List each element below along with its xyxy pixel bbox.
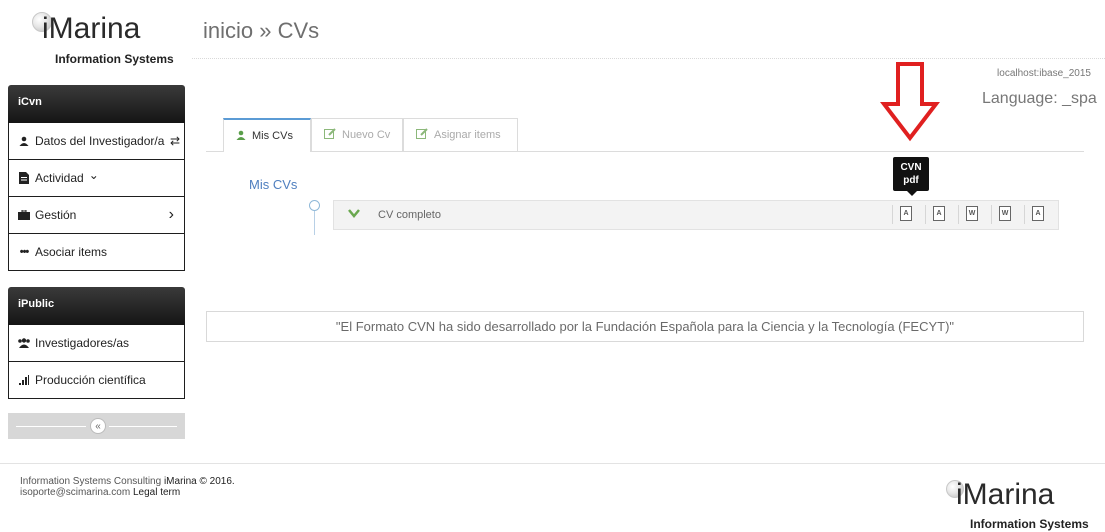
- sidebar-item-label: Asociar items: [35, 245, 108, 259]
- word-glyph: W: [966, 206, 978, 221]
- tab-label: Asignar items: [434, 129, 501, 141]
- chevron-right-icon: ›: [168, 206, 174, 223]
- fecyt-notice: "El Formato CVN ha sido desarrollado por…: [206, 311, 1084, 342]
- collapse-line-left: [16, 426, 86, 427]
- footer-brand-tagline: Information Systems: [970, 517, 1089, 531]
- pdf-glyph: A: [900, 206, 912, 221]
- chevron-down-icon[interactable]: [348, 206, 360, 221]
- footer-brand-name: iMarina: [956, 478, 1055, 511]
- brand-tagline: Information Systems: [55, 52, 174, 66]
- brand-name: iMarina: [42, 12, 141, 45]
- tab-mis-cvs[interactable]: Mis CVs: [223, 118, 311, 152]
- tooltip-arrow: [907, 191, 917, 196]
- tab-label: Nuevo Cv: [342, 129, 391, 141]
- language-selector[interactable]: Language: _spa: [982, 90, 1097, 108]
- footer: Information Systems Consulting iMarina ©…: [20, 476, 235, 498]
- user-icon: [236, 130, 246, 143]
- section-title: Mis CVs: [249, 177, 298, 192]
- sidebar-collapse-bar[interactable]: «: [8, 413, 185, 439]
- sidebar-ipublic: iPublic Investigadores/as Producción cie…: [8, 287, 185, 399]
- sidebar-header-icvn: iCvn: [8, 85, 185, 123]
- timeline-line: [314, 211, 315, 235]
- sidebar-header-ipublic: iPublic: [8, 287, 185, 325]
- footer-line-1: Information Systems Consulting iMarina ©…: [20, 476, 235, 487]
- footer-email[interactable]: isoporte@scimarina.com: [20, 487, 133, 498]
- pdf-icon[interactable]: A: [925, 205, 945, 224]
- tab-label: Mis CVs: [252, 130, 293, 142]
- sidebar-item-produccion-cientifica[interactable]: Producción científica: [8, 362, 185, 399]
- edit-icon: [324, 128, 336, 142]
- pdf-glyph: A: [1032, 206, 1044, 221]
- document-icon: [17, 172, 31, 184]
- sidebar-item-label: Investigadores/as: [35, 336, 130, 350]
- tab-asignar-items[interactable]: Asignar items: [403, 118, 518, 151]
- swap-icon: ⇄: [169, 134, 180, 148]
- timeline-node-icon: [309, 200, 320, 211]
- legal-term-link[interactable]: Legal term: [133, 487, 180, 498]
- footer-divider: [0, 463, 1105, 464]
- collapse-icon[interactable]: «: [90, 418, 106, 434]
- sidebar-item-actividad[interactable]: Actividad ⌄: [8, 160, 185, 197]
- page-title: inicio » CVs: [203, 18, 320, 43]
- sidebar-item-asociar-items[interactable]: ••• Asociar items: [8, 234, 185, 271]
- cv-row[interactable]: CV completo A A W W A: [333, 200, 1059, 230]
- sidebar-icvn: iCvn Datos del Investigador/a ⇄ Activida…: [8, 85, 185, 271]
- sidebar-item-label: Gestión: [35, 208, 77, 222]
- sidebar-item-investigadores[interactable]: Investigadores/as: [8, 325, 185, 362]
- tab-nuevo-cv[interactable]: Nuevo Cv: [311, 118, 403, 151]
- sidebar-item-label: Actividad: [35, 171, 84, 185]
- footer-logo: iMarina Information Systems: [944, 478, 1094, 532]
- briefcase-icon: [17, 210, 31, 220]
- tooltip: CVN pdf: [893, 157, 929, 191]
- sidebar-item-label: Producción científica: [35, 373, 146, 387]
- sidebar-item-gestion[interactable]: Gestión ›: [8, 197, 185, 234]
- tooltip-line-2: pdf: [903, 175, 919, 186]
- edit-icon: [416, 128, 428, 142]
- bar-chart-icon: [17, 375, 31, 385]
- word-icon[interactable]: W: [958, 205, 978, 224]
- footer-company: Information Systems Consulting: [20, 476, 164, 487]
- notice-text: "El Formato CVN ha sido desarrollado por…: [335, 319, 955, 334]
- pdf-icon[interactable]: A: [1024, 205, 1044, 224]
- pdf-glyph: A: [933, 206, 945, 221]
- sidebar-item-label: Datos del Investigador/a: [35, 134, 165, 148]
- title-divider: [192, 58, 1105, 59]
- tooltip-line-1: CVN: [900, 162, 922, 173]
- footer-brand: iMarina © 2016.: [163, 476, 235, 487]
- word-glyph: W: [999, 206, 1011, 221]
- user-icon: [17, 136, 31, 146]
- chevron-down-icon: ⌄: [88, 168, 99, 182]
- users-icon: [17, 338, 31, 348]
- pdf-icon[interactable]: A: [892, 205, 912, 224]
- footer-line-2: isoporte@scimarina.com Legal term: [20, 487, 235, 498]
- collapse-line-right: [109, 426, 177, 427]
- sidebar-item-datos-investigador[interactable]: Datos del Investigador/a ⇄: [8, 123, 185, 160]
- server-name: localhost:ibase_2015: [997, 68, 1091, 79]
- ellipsis-icon: •••: [19, 246, 30, 258]
- cv-tabs: Mis CVs Nuevo Cv Asignar items: [206, 118, 1084, 152]
- cv-label: CV completo: [378, 209, 441, 221]
- word-icon[interactable]: W: [991, 205, 1011, 224]
- brand-logo[interactable]: iMarina Information Systems: [18, 10, 178, 70]
